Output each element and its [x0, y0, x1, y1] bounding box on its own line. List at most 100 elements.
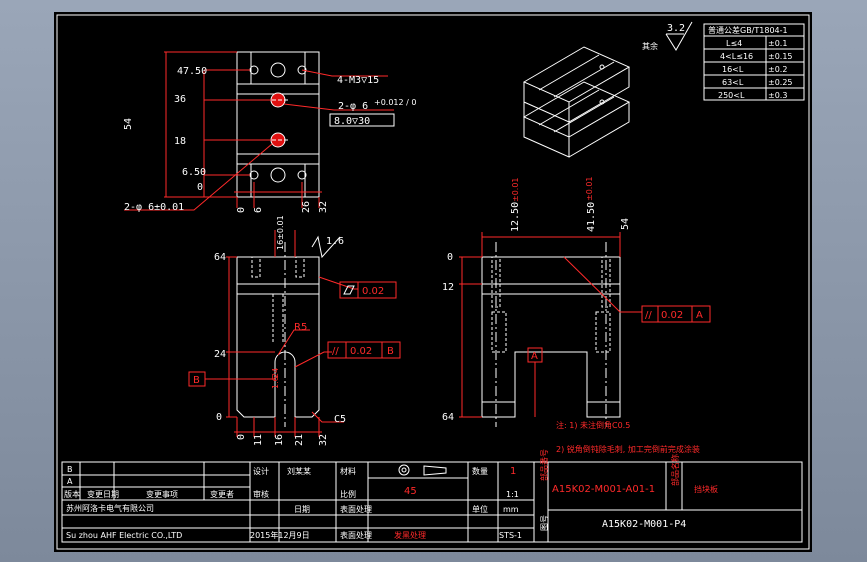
dim-s0: 0 [447, 252, 453, 263]
parallel-value: 0.02 [350, 346, 372, 357]
r5-label: R5 [294, 322, 307, 333]
side-view: 12.50 41.50 54 ±0.01 ±0.01 0 12 64 A // … [442, 176, 711, 427]
c5-label: C5 [334, 414, 346, 425]
rev-b: B [67, 465, 73, 474]
pin-tol: 2-φ 6±0.01 [124, 202, 184, 213]
drawing-sheet: 54 47.50 36 18 6.50 0 0 6 26 32 4-M3▽15 … [54, 12, 812, 552]
company-cn: 苏州阿洛卡电气有限公司 [66, 503, 154, 513]
projection-symbol-icon [398, 464, 410, 476]
part-name: 挡块板 [694, 484, 718, 494]
material-value: 45 [404, 486, 417, 497]
dim-16-tol: 16±0.01 [276, 215, 285, 250]
datum-b: B [193, 375, 200, 386]
scale-label: 比例 [340, 489, 356, 499]
drawing-code: STS-1 [499, 531, 522, 540]
dim-12-50: 12.50 [510, 202, 521, 232]
drawing-no: A15K02-M001-P4 [602, 519, 686, 530]
dim-fb11: 11 [253, 434, 264, 446]
name-label: 部品名称 [670, 454, 680, 486]
dim-64: 64 [214, 252, 226, 263]
dim-24: 24 [214, 349, 226, 360]
date-value: 2015年12月9日 [250, 530, 310, 540]
dim-fb16: 16 [274, 434, 285, 446]
flatness-value: 0.02 [362, 286, 384, 297]
surface-symbol: 3.2 其余 [642, 21, 693, 51]
tol-value: ±0.15 [768, 52, 793, 61]
unit-label: 单位 [472, 504, 488, 514]
surface-mark: 1.6 [326, 236, 344, 247]
tol-range: 16<L [722, 65, 744, 74]
pin-note: 2-φ 6 [338, 101, 368, 112]
note-2: 2) 锐角倒钝除毛刺, 加工完倒前完成涂装 [556, 444, 700, 454]
company-en: Su zhou AHF Electric CO.,LTD [66, 531, 182, 540]
material-label: 材料 [340, 466, 356, 476]
part-label: 部品番号 [539, 449, 549, 481]
holes-note: 4-M3▽15 [337, 75, 379, 86]
top-view: 54 47.50 36 18 6.50 0 0 6 26 32 4-M3▽15 … [123, 51, 416, 213]
tol-value: ±0.3 [768, 91, 787, 100]
dim-s12: 12 [442, 282, 454, 293]
dim-0f: 0 [216, 412, 222, 423]
front-view-outline [236, 256, 320, 418]
front-view: 64 24 0 16±0.01 1.6 0.02 R5 // 0.02 B B … [188, 215, 401, 446]
col-changer: 变更者 [210, 489, 234, 499]
tol-b: ±0.01 [585, 176, 594, 201]
svg-text://: // [645, 310, 652, 321]
dim-24b: 24 [271, 368, 280, 378]
tol-value: ±0.2 [768, 65, 787, 74]
trade-label: 表面处理 [340, 530, 372, 540]
window-frame: 54 47.50 36 18 6.50 0 0 6 26 32 4-M3▽15 … [0, 0, 867, 562]
surface-general: 3.2 [667, 23, 685, 34]
tol-range: 250<L [718, 91, 745, 100]
dim-18: 18 [174, 136, 186, 147]
rev-a: A [67, 477, 73, 486]
part-no: A15K02-M001-A01-1 [552, 484, 655, 495]
tol-range: 4<L≤16 [720, 52, 753, 61]
note-1: 注: 1) 未注倒角C0.5 [556, 420, 630, 430]
datum-a: A [531, 351, 538, 362]
parallel-ref: B [387, 346, 394, 357]
parallel-a-ref: A [696, 310, 703, 321]
side-view-outline [481, 256, 621, 418]
dim-fb21: 21 [294, 434, 305, 446]
dim-0: 0 [197, 182, 203, 193]
dim-54-side: 54 [620, 218, 631, 230]
col-change: 变更事项 [146, 489, 178, 499]
tol-range: 63<L [722, 78, 744, 87]
dim-fb0: 0 [236, 434, 247, 440]
trade-value: 发黑处理 [394, 530, 426, 540]
dim-b32: 32 [318, 201, 329, 213]
drawing-no-label: 图号 [540, 515, 549, 531]
designer: 刘某某 [287, 466, 311, 476]
dim-41-50: 41.50 [586, 202, 597, 232]
tolerance-table: 普通公差GB/T1804-1 L≤4 ±0.1 4<L≤16 ±0.15 16<… [703, 23, 805, 101]
iso-view [522, 46, 631, 158]
surface-label: 表面处理 [340, 504, 372, 514]
dim-47-50: 47.50 [177, 66, 207, 77]
sheet-border [56, 14, 810, 550]
design-label: 设计 [253, 466, 269, 476]
title-block: B A 版本 变更日期 变更事项 变更者 苏州阿洛卡电气有限公司 Su zhou… [61, 449, 803, 543]
date-label: 日期 [294, 505, 310, 514]
tol-header: 普通公差GB/T1804-1 [708, 25, 788, 35]
dim-b0: 0 [236, 207, 247, 213]
scale-value: 1:1 [506, 490, 519, 499]
col-version: 版本 [64, 489, 80, 499]
dim-b26: 26 [301, 201, 312, 213]
dim-36: 36 [174, 94, 186, 105]
dim-54: 54 [123, 118, 134, 130]
dim-fb32: 32 [318, 434, 329, 446]
dim-6-50: 6.50 [182, 167, 206, 178]
dim-b6: 6 [253, 207, 264, 213]
pin-depth: 8.0▽30 [334, 116, 370, 127]
dim-s64: 64 [442, 412, 454, 423]
tol-range: L≤4 [726, 39, 742, 48]
pin-fit: +0.012 / 0 [374, 98, 416, 107]
qty-value: 1 [510, 466, 516, 477]
cad-canvas: 54 47.50 36 18 6.50 0 0 6 26 32 4-M3▽15 … [56, 14, 810, 550]
qty-label: 数量 [472, 466, 488, 476]
tol-a: ±0.01 [511, 177, 520, 202]
svg-text://: // [332, 346, 339, 357]
tol-value: ±0.25 [768, 78, 793, 87]
col-date: 变更日期 [87, 489, 119, 499]
